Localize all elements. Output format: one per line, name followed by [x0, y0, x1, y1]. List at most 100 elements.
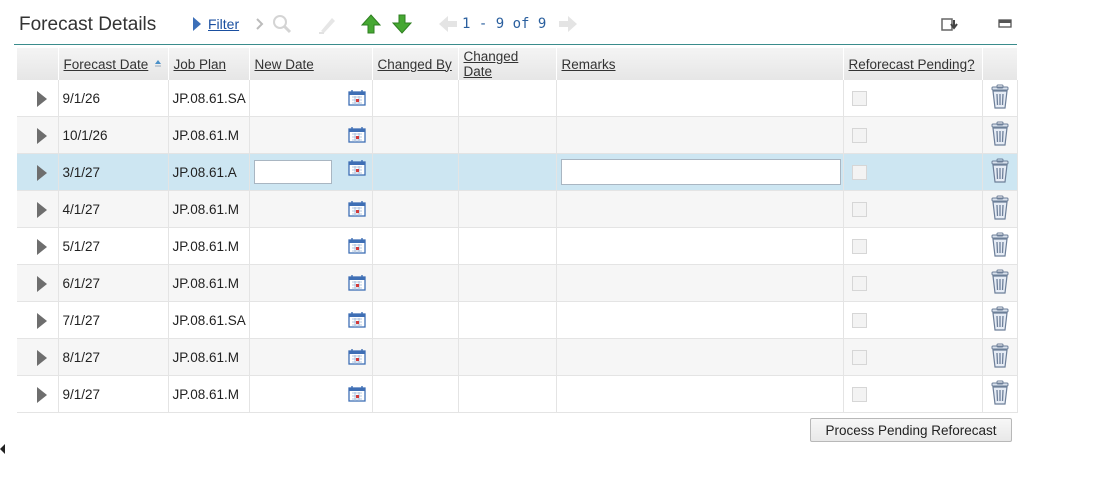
row-expand-cell[interactable]	[17, 227, 59, 265]
arrow-up-icon[interactable]	[361, 14, 381, 34]
header-changed-by[interactable]: Changed By	[372, 48, 459, 80]
expand-row-icon[interactable]	[37, 128, 47, 144]
arrow-down-icon[interactable]	[392, 14, 412, 34]
trash-icon[interactable]	[989, 232, 1011, 258]
delete-cell[interactable]	[982, 227, 1018, 265]
delete-cell[interactable]	[982, 153, 1018, 191]
expand-row-icon[interactable]	[37, 313, 47, 329]
reforecast-pending-cell[interactable]	[843, 190, 983, 228]
filter-control[interactable]: Filter	[192, 14, 239, 34]
search-icon[interactable]	[272, 14, 292, 34]
reforecast-pending-checkbox[interactable]	[851, 238, 867, 254]
header-job-plan-label[interactable]: Job Plan	[174, 57, 227, 72]
new-date-cell[interactable]	[249, 301, 373, 339]
sort-ascending-icon[interactable]	[154, 59, 162, 69]
expand-row-icon[interactable]	[37, 276, 47, 292]
remarks-cell[interactable]	[556, 190, 844, 228]
delete-cell[interactable]	[982, 338, 1018, 376]
delete-cell[interactable]	[982, 301, 1018, 339]
new-date-cell[interactable]	[249, 227, 373, 265]
table-row[interactable]: 8/1/27 JP.08.61.M	[17, 338, 1018, 376]
row-expand-cell[interactable]	[17, 116, 59, 154]
new-date-cell[interactable]	[249, 153, 373, 191]
trash-icon[interactable]	[989, 121, 1011, 147]
calendar-icon[interactable]	[347, 349, 366, 365]
table-row[interactable]: 9/1/26 JP.08.61.SA	[17, 80, 1018, 117]
reforecast-pending-cell[interactable]	[843, 338, 983, 376]
header-reforecast-pending[interactable]: Reforecast Pending?	[843, 48, 983, 80]
reforecast-pending-cell[interactable]	[843, 264, 983, 302]
remarks-cell[interactable]	[556, 375, 844, 413]
next-page-icon[interactable]	[558, 14, 578, 34]
remarks-cell[interactable]	[556, 338, 844, 376]
header-job-plan[interactable]: Job Plan	[168, 48, 250, 80]
reforecast-pending-cell[interactable]	[843, 116, 983, 154]
row-expand-cell[interactable]	[17, 301, 59, 339]
remarks-cell[interactable]	[556, 301, 844, 339]
new-date-cell[interactable]	[249, 338, 373, 376]
reforecast-pending-cell[interactable]	[843, 153, 983, 191]
trash-icon[interactable]	[989, 84, 1011, 110]
reforecast-pending-checkbox[interactable]	[851, 386, 867, 402]
calendar-icon[interactable]	[347, 386, 366, 402]
minimize-icon[interactable]	[998, 14, 1012, 34]
calendar-icon[interactable]	[347, 160, 366, 176]
table-row[interactable]: 6/1/27 JP.08.61.M	[17, 264, 1018, 302]
row-expand-cell[interactable]	[17, 80, 59, 117]
reforecast-pending-cell[interactable]	[843, 301, 983, 339]
remarks-cell[interactable]	[556, 264, 844, 302]
trash-icon[interactable]	[989, 343, 1011, 369]
row-expand-cell[interactable]	[17, 375, 59, 413]
header-changed-date-label[interactable]: Changed Date	[464, 49, 519, 79]
trash-icon[interactable]	[989, 195, 1011, 221]
remarks-input[interactable]	[560, 159, 841, 185]
calendar-icon[interactable]	[347, 127, 366, 143]
calendar-icon[interactable]	[347, 201, 366, 217]
remarks-cell[interactable]	[556, 227, 844, 265]
reforecast-pending-checkbox[interactable]	[851, 90, 867, 106]
expand-row-icon[interactable]	[37, 239, 47, 255]
header-forecast-date[interactable]: Forecast Date	[58, 48, 169, 80]
expand-row-icon[interactable]	[37, 350, 47, 366]
row-expand-cell[interactable]	[17, 190, 59, 228]
calendar-icon[interactable]	[347, 275, 366, 291]
row-expand-cell[interactable]	[17, 338, 59, 376]
calendar-icon[interactable]	[347, 238, 366, 254]
process-pending-reforecast-button[interactable]: Process Pending Reforecast	[810, 418, 1012, 442]
download-icon[interactable]	[941, 14, 959, 34]
new-date-cell[interactable]	[249, 264, 373, 302]
row-expand-cell[interactable]	[17, 153, 59, 191]
trash-icon[interactable]	[989, 306, 1011, 332]
delete-cell[interactable]	[982, 264, 1018, 302]
expand-row-icon[interactable]	[37, 387, 47, 403]
remarks-cell[interactable]	[556, 80, 844, 117]
reforecast-pending-checkbox[interactable]	[851, 349, 867, 365]
expand-row-icon[interactable]	[37, 91, 47, 107]
header-new-date[interactable]: New Date	[249, 48, 373, 80]
table-row[interactable]: 9/1/27 JP.08.61.M	[17, 375, 1018, 413]
reforecast-pending-cell[interactable]	[843, 375, 983, 413]
header-changed-date[interactable]: Changed Date	[458, 48, 557, 80]
calendar-icon[interactable]	[347, 90, 366, 106]
delete-cell[interactable]	[982, 375, 1018, 413]
table-row[interactable]: 4/1/27 JP.08.61.M	[17, 190, 1018, 228]
expand-row-icon[interactable]	[37, 202, 47, 218]
header-new-date-label[interactable]: New Date	[255, 57, 314, 72]
clear-filter-icon[interactable]	[317, 14, 337, 34]
calendar-icon[interactable]	[347, 312, 366, 328]
new-date-cell[interactable]	[249, 190, 373, 228]
reforecast-pending-cell[interactable]	[843, 227, 983, 265]
header-forecast-date-label[interactable]: Forecast Date	[64, 57, 149, 72]
remarks-cell[interactable]	[556, 153, 844, 191]
trash-icon[interactable]	[989, 380, 1011, 406]
table-row[interactable]: 3/1/27 JP.08.61.A	[17, 153, 1018, 191]
row-expand-cell[interactable]	[17, 264, 59, 302]
trash-icon[interactable]	[989, 269, 1011, 295]
new-date-cell[interactable]	[249, 375, 373, 413]
header-remarks[interactable]: Remarks	[556, 48, 844, 80]
new-date-cell[interactable]	[249, 80, 373, 117]
previous-page-icon[interactable]	[438, 14, 458, 34]
table-row[interactable]: 5/1/27 JP.08.61.M	[17, 227, 1018, 265]
filter-link[interactable]: Filter	[208, 16, 239, 32]
new-date-cell[interactable]	[249, 116, 373, 154]
